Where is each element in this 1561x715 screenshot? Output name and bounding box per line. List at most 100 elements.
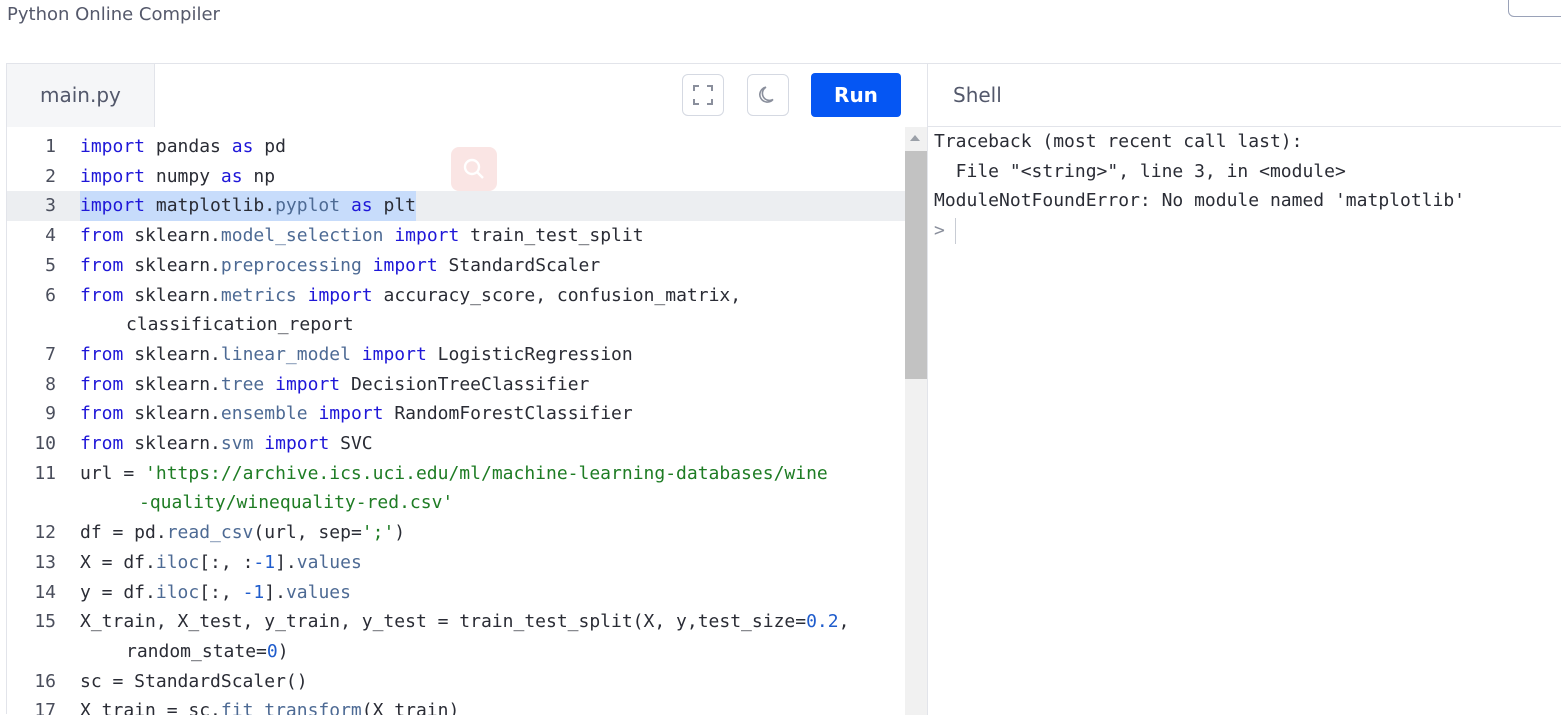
code-token: import <box>307 284 373 306</box>
code-token: values <box>285 581 351 603</box>
code-line[interactable]: 17 X_train = sc.fit_transform(X_train) <box>7 696 905 715</box>
app-title: Python Online Compiler <box>7 4 220 25</box>
code-line[interactable]: 14 y = df.iloc[:, -1].values <box>7 578 905 608</box>
code-token: sklearn. <box>123 284 221 306</box>
line-number: 5 <box>45 254 56 276</box>
code-token: pd <box>253 136 286 157</box>
code-token: sklearn. <box>123 254 221 276</box>
theme-toggle-button[interactable] <box>747 74 789 116</box>
code-token: [:, <box>199 581 243 603</box>
code-token: 'https://archive.ics.uci.edu/ml/machine-… <box>145 462 828 484</box>
code-token: model_selection <box>220 225 384 247</box>
code-text: import numpy as np <box>80 162 275 192</box>
line-number: 6 <box>45 284 56 306</box>
code-line[interactable]: 8 from sklearn.tree import DecisionTreeCl… <box>7 370 905 400</box>
code-token: iloc <box>155 551 200 573</box>
code-token: ';' <box>361 522 395 544</box>
code-token: read_csv <box>166 522 254 544</box>
code-line[interactable]: 4 from sklearn.model_selection import tra… <box>7 221 905 251</box>
code-line[interactable]: 6 from sklearn.metrics import accuracy_sc… <box>7 281 905 311</box>
code-token: sklearn. <box>123 403 221 425</box>
code-token: -1 <box>253 551 276 573</box>
code-token: from <box>80 284 124 306</box>
line-number: 12 <box>34 522 56 544</box>
code-token: , <box>838 611 850 633</box>
fullscreen-button[interactable] <box>682 74 724 116</box>
shell-prompt-line[interactable]: > <box>934 216 1561 246</box>
shell-prompt: > <box>934 219 945 241</box>
file-tab-main-py[interactable]: main.py <box>7 64 155 127</box>
code-text: from sklearn.model_selection import trai… <box>80 221 644 251</box>
code-text: from sklearn.metrics import accuracy_sco… <box>80 281 741 311</box>
editor-scrollbar[interactable] <box>905 127 927 715</box>
code-line[interactable]: 16 sc = StandardScaler() <box>7 667 905 697</box>
code-line-wrap[interactable]: random_state=0) <box>7 637 905 667</box>
code-token: ) <box>394 522 406 544</box>
header-button[interactable] <box>1508 0 1561 17</box>
code-line[interactable]: 11 url = 'https://archive.ics.uci.edu/ml/… <box>7 459 905 489</box>
code-text: X = df.iloc[:, :-1].values <box>80 548 362 578</box>
code-line-wrap[interactable]: classification_report <box>7 310 905 340</box>
code-line[interactable]: 12 df = pd.read_csv(url, sep=';') <box>7 518 905 548</box>
code-token: import <box>264 433 330 454</box>
code-line[interactable]: 10 from sklearn.svm import SVC <box>7 429 905 459</box>
code-token: import <box>275 373 341 395</box>
scroll-up-arrow-icon[interactable] <box>910 135 920 141</box>
run-button[interactable]: Run <box>811 73 901 117</box>
code-token: as <box>350 195 373 217</box>
code-text: X_train = sc.fit_transform(X_train) <box>80 696 459 715</box>
search-button[interactable] <box>451 147 497 191</box>
code-line[interactable]: 15 X_train, X_test, y_train, y_test = tra… <box>7 607 905 637</box>
panel-divider[interactable] <box>927 64 928 715</box>
code-line[interactable]: 7 from sklearn.linear_model import Logist… <box>7 340 905 370</box>
code-token: from <box>80 433 124 454</box>
code-token: as <box>231 136 254 157</box>
code-token: (url, sep= <box>253 522 362 544</box>
code-token: pyplot <box>275 195 341 217</box>
code-token: 0 <box>266 640 278 662</box>
code-token: sklearn. <box>123 343 221 365</box>
code-token: metrics <box>220 284 297 306</box>
shell-output-line: ModuleNotFoundError: No module named 'ma… <box>934 190 1466 211</box>
code-line[interactable]: 13 X = df.iloc[:, :-1].values <box>7 548 905 578</box>
code-line[interactable]: 5 from sklearn.preprocessing import Stand… <box>7 251 905 281</box>
shell-output[interactable]: Traceback (most recent call last): File … <box>934 127 1561 245</box>
code-token: classification_report <box>126 314 354 336</box>
code-token: import <box>372 254 438 276</box>
code-token: [:, : <box>199 551 254 573</box>
code-line-wrap[interactable]: -quality/winequality-red.csv' <box>7 488 905 518</box>
code-token: values <box>296 551 362 573</box>
code-token: from <box>80 343 124 365</box>
code-line[interactable]: 9 from sklearn.ensemble import RandomFore… <box>7 399 905 429</box>
line-number: 9 <box>45 403 56 425</box>
code-text: random_state=0) <box>126 637 289 667</box>
line-number: 17 <box>34 700 56 715</box>
code-token: svm <box>220 433 254 454</box>
code-token: SVC <box>329 433 373 454</box>
code-line[interactable]: 3 import matplotlib.pyplot as plt <box>7 191 905 222</box>
code-token: import <box>80 165 146 187</box>
line-number: 14 <box>34 581 56 603</box>
scrollbar-thumb[interactable] <box>905 151 927 379</box>
code-token: DecisionTreeClassifier <box>340 373 590 395</box>
code-token: y = df. <box>80 581 156 603</box>
code-token: from <box>80 403 124 425</box>
code-token: fit_transform <box>220 700 362 715</box>
code-token: -1 <box>242 581 265 603</box>
code-token: import <box>80 136 146 157</box>
code-editor[interactable]: 1 import pandas as pd 2 import numpy as np 3… <box>7 127 905 715</box>
code-token: sklearn. <box>123 433 221 454</box>
code-token: (X_train) <box>361 700 460 715</box>
code-token: df = pd. <box>80 522 167 544</box>
code-token: import <box>394 225 460 247</box>
code-token: tree <box>220 373 265 395</box>
code-token: StandardScaler <box>437 254 601 276</box>
code-text: import pandas as pd <box>80 132 286 162</box>
line-number: 1 <box>45 136 56 157</box>
code-token: pandas <box>145 136 232 157</box>
code-token: X = df. <box>80 551 156 573</box>
code-token: ]. <box>264 581 286 603</box>
